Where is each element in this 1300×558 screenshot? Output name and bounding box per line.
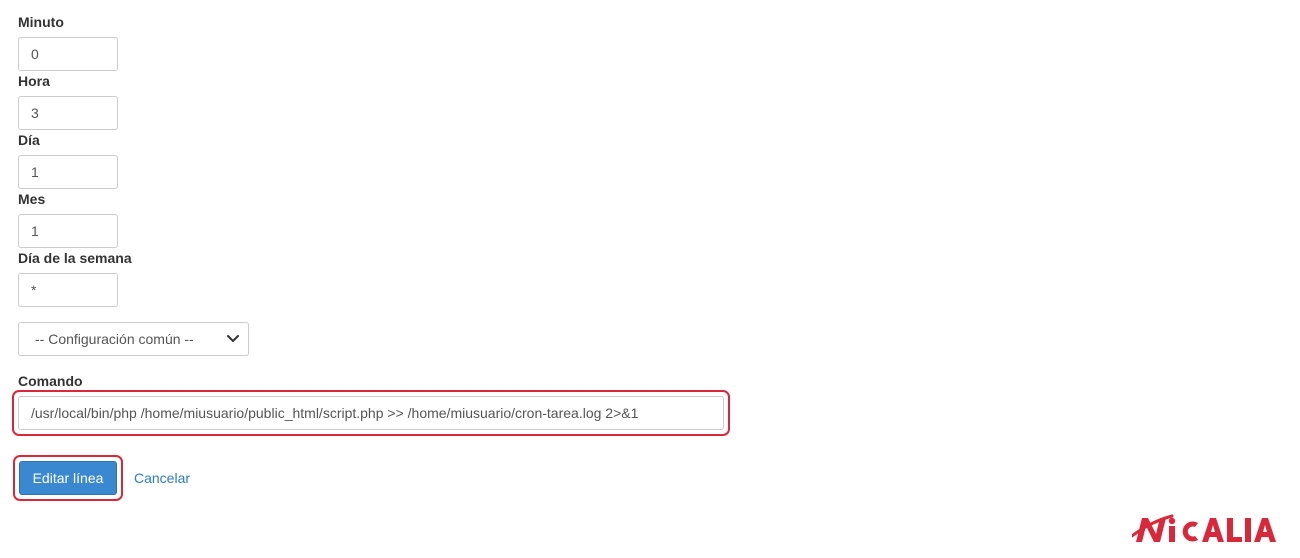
chevron-down-icon <box>226 332 240 346</box>
minute-label: Minuto <box>18 14 64 30</box>
nicalia-logo <box>1130 512 1282 548</box>
command-input[interactable] <box>18 396 724 430</box>
day-input[interactable] <box>18 155 118 189</box>
common-settings-select[interactable]: -- Configuración común -- <box>18 322 249 356</box>
common-settings-selected: -- Configuración común -- <box>35 331 194 347</box>
hour-label: Hora <box>18 73 50 89</box>
cancel-link[interactable]: Cancelar <box>134 469 190 487</box>
month-input[interactable] <box>18 214 118 248</box>
month-label: Mes <box>18 191 46 207</box>
hour-input[interactable] <box>18 96 118 130</box>
cron-edit-form: Minuto Hora Día Mes Día de la semana -- … <box>0 0 1300 558</box>
weekday-label: Día de la semana <box>18 250 132 266</box>
weekday-input[interactable] <box>18 273 118 307</box>
minute-input[interactable] <box>18 37 118 71</box>
day-label: Día <box>18 132 40 148</box>
command-label: Comando <box>18 373 83 389</box>
edit-line-button[interactable]: Editar línea <box>19 461 117 495</box>
